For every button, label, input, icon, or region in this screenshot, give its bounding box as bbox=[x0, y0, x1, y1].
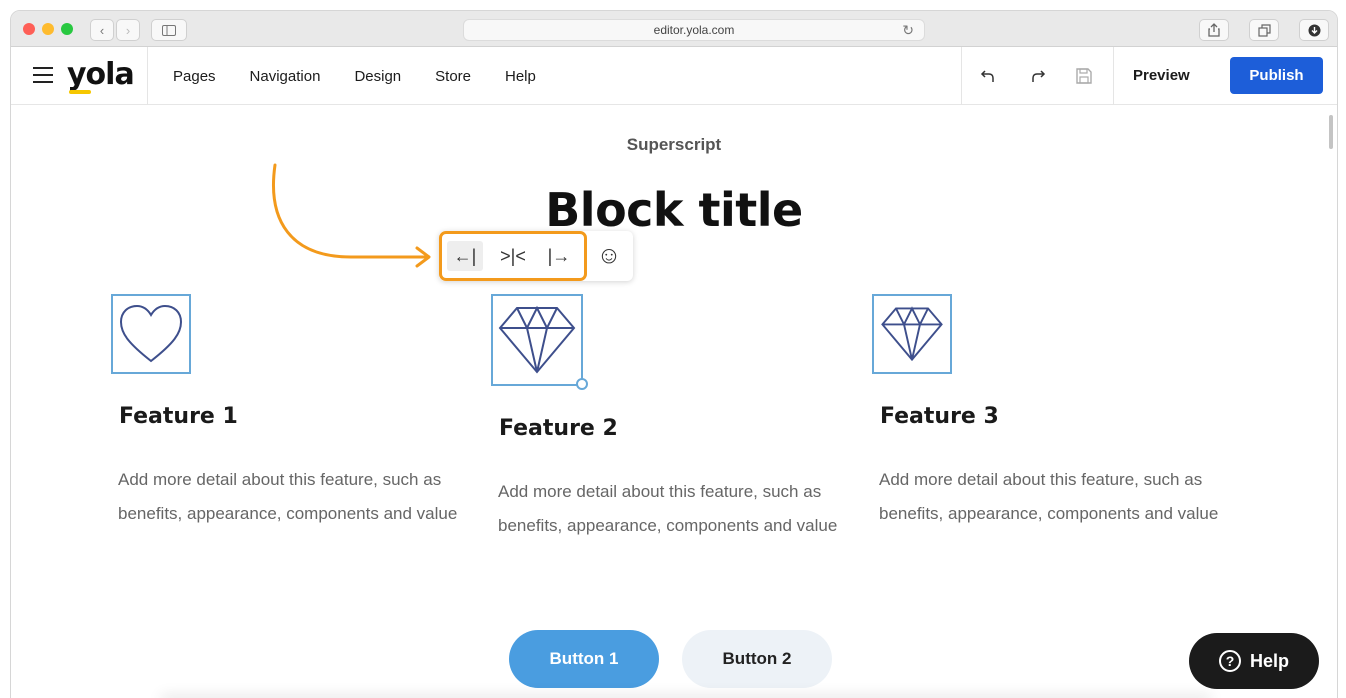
undo-icon bbox=[980, 70, 994, 82]
feature-3-description[interactable]: Add more detail about this feature, such… bbox=[879, 463, 1229, 531]
feature-1-title[interactable]: Feature 1 bbox=[119, 404, 238, 429]
feature-1-description[interactable]: Add more detail about this feature, such… bbox=[118, 463, 468, 531]
preview-button[interactable]: Preview bbox=[1133, 47, 1190, 105]
download-icon bbox=[1308, 24, 1320, 36]
feature-3-title[interactable]: Feature 3 bbox=[880, 404, 999, 429]
sidebar-toggle-button[interactable] bbox=[151, 19, 187, 41]
tabs-overview-button[interactable] bbox=[1249, 19, 1279, 41]
save-icon bbox=[1076, 68, 1092, 84]
publish-button[interactable]: Publish bbox=[1230, 57, 1323, 94]
alignment-toolbar: ←| >|< |→ ☺ bbox=[439, 231, 633, 281]
back-icon: ‹ bbox=[99, 22, 105, 38]
resize-handle[interactable] bbox=[576, 378, 588, 390]
share-button[interactable] bbox=[1199, 19, 1229, 41]
redo-button[interactable] bbox=[1027, 65, 1049, 87]
yola-logo: yola bbox=[67, 57, 135, 92]
zoom-window-button[interactable] bbox=[61, 23, 73, 35]
sidebar-icon bbox=[162, 24, 176, 36]
feature-2-description[interactable]: Add more detail about this feature, such… bbox=[498, 475, 848, 543]
forward-icon: › bbox=[125, 22, 131, 38]
tabs-icon bbox=[1257, 23, 1271, 37]
editor-header: yola Pages Navigation Design Store Help … bbox=[11, 47, 1337, 105]
divider bbox=[147, 47, 148, 105]
menu-icon[interactable] bbox=[33, 67, 53, 83]
heart-icon bbox=[119, 304, 183, 363]
align-left-icon: ←| bbox=[453, 245, 477, 266]
minimize-window-button[interactable] bbox=[42, 23, 54, 35]
block-title[interactable]: Block title bbox=[11, 183, 1337, 237]
feature-2-title[interactable]: Feature 2 bbox=[499, 416, 618, 441]
logo-accent bbox=[69, 90, 91, 94]
nav-design[interactable]: Design bbox=[354, 68, 401, 85]
emoji-button[interactable]: ☺ bbox=[591, 241, 627, 271]
button-2[interactable]: Button 2 bbox=[682, 630, 832, 688]
align-center-button[interactable]: >|< bbox=[495, 241, 531, 271]
back-button[interactable]: ‹ bbox=[90, 19, 114, 41]
nav-navigation[interactable]: Navigation bbox=[250, 68, 321, 85]
browser-window: ‹ › editor.yola.com ↻ yola Pages Navigat… bbox=[10, 10, 1338, 698]
align-right-icon: |→ bbox=[547, 245, 571, 266]
url-text: editor.yola.com bbox=[653, 23, 735, 37]
reload-icon[interactable]: ↻ bbox=[902, 22, 914, 39]
share-icon bbox=[1208, 23, 1220, 37]
undo-button[interactable] bbox=[977, 65, 999, 87]
superscript-text[interactable]: Superscript bbox=[11, 135, 1337, 155]
button-1[interactable]: Button 1 bbox=[509, 630, 659, 688]
nav-store[interactable]: Store bbox=[435, 68, 471, 85]
divider bbox=[1113, 47, 1114, 105]
align-right-button[interactable]: |→ bbox=[541, 241, 577, 271]
save-button[interactable] bbox=[1073, 65, 1095, 87]
feature-1-icon-box[interactable] bbox=[111, 294, 191, 374]
align-center-icon: >|< bbox=[500, 245, 526, 266]
help-button[interactable]: ? Help bbox=[1189, 633, 1319, 689]
emoji-icon: ☺ bbox=[596, 242, 622, 269]
feature-3-icon-box[interactable] bbox=[872, 294, 952, 374]
diamond-icon bbox=[498, 305, 576, 374]
help-icon: ? bbox=[1218, 650, 1241, 672]
address-bar[interactable]: editor.yola.com ↻ bbox=[463, 19, 925, 41]
downloads-button[interactable] bbox=[1299, 19, 1329, 41]
forward-button[interactable]: › bbox=[116, 19, 140, 41]
divider bbox=[961, 47, 962, 105]
close-window-button[interactable] bbox=[23, 23, 35, 35]
redo-icon bbox=[1032, 70, 1046, 82]
align-left-button[interactable]: ←| bbox=[447, 241, 483, 271]
help-label: Help bbox=[1249, 650, 1289, 671]
nav-help[interactable]: Help bbox=[505, 68, 536, 85]
diamond-icon bbox=[881, 306, 943, 362]
nav-pages[interactable]: Pages bbox=[173, 68, 216, 85]
browser-toolbar: ‹ › editor.yola.com ↻ bbox=[11, 11, 1337, 47]
annotation-arrow bbox=[272, 163, 431, 268]
main-nav: Pages Navigation Design Store Help bbox=[173, 47, 536, 105]
feature-2-icon-box[interactable] bbox=[491, 294, 583, 386]
window-controls bbox=[23, 23, 73, 35]
